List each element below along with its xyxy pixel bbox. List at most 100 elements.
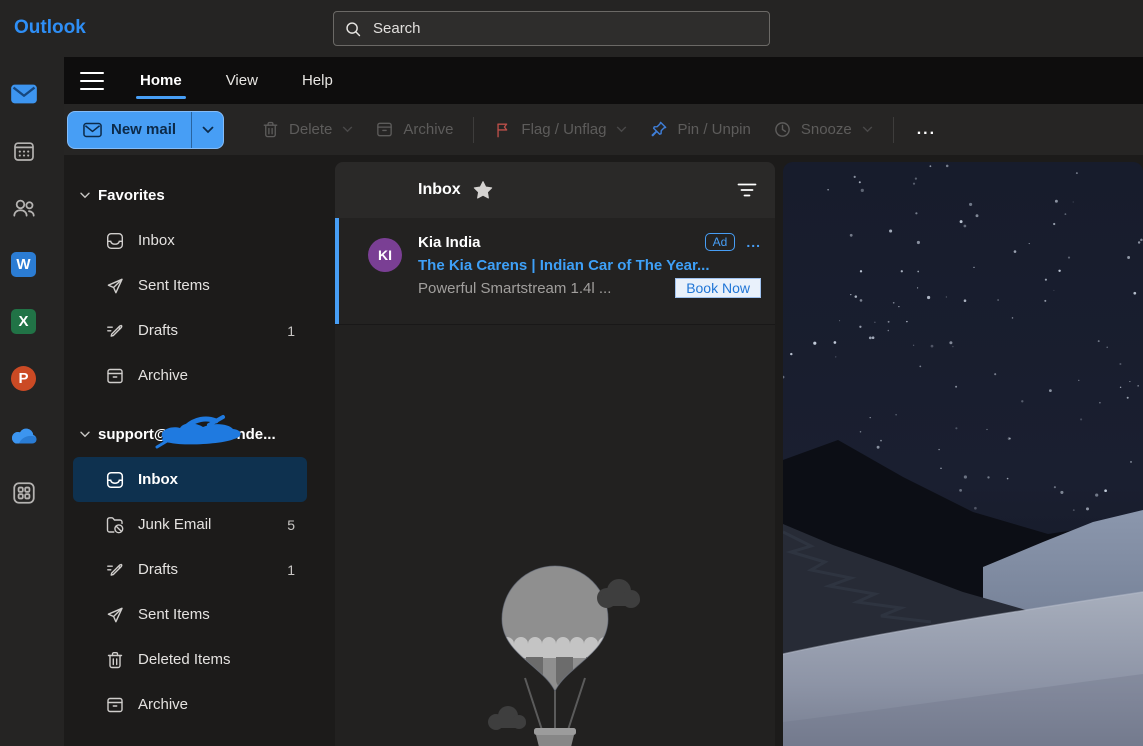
unread-indicator bbox=[335, 218, 339, 324]
email-more-icon[interactable]: ... bbox=[746, 234, 761, 250]
inbox-icon bbox=[105, 470, 125, 490]
search-input[interactable] bbox=[371, 19, 759, 38]
trash-icon bbox=[261, 120, 280, 139]
sidebar-item-inbox[interactable]: Inbox bbox=[73, 457, 307, 502]
chevron-down-icon bbox=[616, 126, 627, 133]
people-icon bbox=[11, 195, 37, 221]
star-icon[interactable] bbox=[473, 180, 493, 200]
chevron-down-icon bbox=[342, 126, 353, 133]
favorites-section-header[interactable]: Favorites bbox=[64, 173, 334, 218]
avatar[interactable]: KI bbox=[368, 238, 402, 272]
flag-icon bbox=[494, 121, 512, 139]
sidebar-item-archive[interactable]: Archive bbox=[73, 682, 307, 727]
rail-onedrive-button[interactable] bbox=[0, 407, 47, 464]
rail-excel-button[interactable]: X bbox=[0, 293, 47, 350]
new-mail-split-button[interactable]: New mail bbox=[67, 111, 224, 149]
folder-label: Sent Items bbox=[138, 277, 210, 294]
search-box[interactable] bbox=[333, 11, 770, 46]
folder-label: Drafts bbox=[138, 322, 178, 339]
delete-label: Delete bbox=[289, 121, 332, 138]
rail-mail-button[interactable] bbox=[0, 65, 47, 122]
calendar-icon bbox=[12, 139, 36, 163]
email-subject: The Kia Carens | Indian Car of The Year.… bbox=[418, 257, 761, 274]
draft-pencil-icon bbox=[105, 560, 125, 580]
snooze-button[interactable]: Snooze bbox=[762, 111, 884, 149]
archive-button[interactable]: Archive bbox=[364, 111, 464, 149]
ribbon-tab-row: Home View Help bbox=[64, 57, 1143, 104]
pin-unpin-button[interactable]: Pin / Unpin bbox=[638, 111, 761, 149]
archive-icon bbox=[105, 695, 125, 715]
tab-help[interactable]: Help bbox=[300, 66, 335, 95]
book-now-button[interactable]: Book Now bbox=[675, 278, 761, 298]
new-mail-label: New mail bbox=[111, 121, 176, 138]
folder-label: Deleted Items bbox=[138, 651, 231, 668]
toolbar-divider bbox=[473, 117, 474, 143]
more-options-button[interactable]: ... bbox=[903, 121, 950, 139]
flag-unflag-label: Flag / Unflag bbox=[521, 121, 606, 138]
draft-pencil-icon bbox=[105, 321, 125, 341]
new-mail-button[interactable]: New mail bbox=[68, 112, 192, 148]
top-bar: Outlook bbox=[0, 0, 1143, 57]
folder-pane: Favorites Inbox Sent Items bbox=[64, 155, 334, 746]
filter-icon[interactable] bbox=[737, 182, 757, 198]
chevron-down-icon bbox=[862, 126, 873, 133]
main-area: Home View Help New mail bbox=[64, 57, 1143, 746]
sidebar-item-deleted[interactable]: Deleted Items bbox=[73, 637, 307, 682]
excel-icon: X bbox=[11, 309, 36, 334]
account-email-prefix: support@ bbox=[98, 426, 168, 443]
folder-label: Drafts bbox=[138, 561, 178, 578]
rail-apps-button[interactable] bbox=[0, 464, 47, 521]
folder-label: Inbox bbox=[138, 232, 175, 249]
night-mountain-wallpaper bbox=[783, 162, 1143, 746]
folder-label: Archive bbox=[138, 367, 188, 384]
clock-icon bbox=[773, 120, 792, 139]
rail-calendar-button[interactable] bbox=[0, 122, 47, 179]
outlook-logo[interactable]: Outlook bbox=[14, 17, 86, 39]
archive-icon bbox=[375, 120, 394, 139]
powerpoint-icon: P bbox=[11, 366, 36, 391]
archive-label: Archive bbox=[403, 121, 453, 138]
command-toolbar: New mail Delete Archive bbox=[64, 104, 1143, 155]
email-list-item[interactable]: KI Kia India Ad ... The Kia Carens | Ind… bbox=[335, 218, 775, 325]
hamburger-menu-button[interactable] bbox=[80, 72, 104, 90]
delete-button[interactable]: Delete bbox=[250, 111, 364, 149]
sidebar-item-fav-inbox[interactable]: Inbox bbox=[73, 218, 307, 263]
new-mail-dropdown-button[interactable] bbox=[192, 112, 223, 148]
send-icon bbox=[105, 276, 125, 296]
favorites-title: Favorites bbox=[98, 187, 165, 204]
apps-grid-icon bbox=[11, 480, 37, 506]
folder-count: 5 bbox=[287, 517, 295, 533]
sidebar-item-drafts[interactable]: Drafts 1 bbox=[73, 547, 307, 592]
message-list-header: Inbox bbox=[335, 162, 775, 218]
email-sender: Kia India bbox=[418, 234, 481, 251]
ad-badge[interactable]: Ad bbox=[705, 233, 736, 251]
mail-icon bbox=[10, 82, 38, 106]
rail-word-button[interactable]: W bbox=[0, 236, 47, 293]
sidebar-item-sent[interactable]: Sent Items bbox=[73, 592, 307, 637]
rail-people-button[interactable] bbox=[0, 179, 47, 236]
chevron-down-icon bbox=[80, 192, 90, 199]
app-rail: W X P bbox=[0, 57, 64, 746]
tab-home[interactable]: Home bbox=[138, 66, 184, 95]
folder-count: 1 bbox=[287, 562, 295, 578]
sidebar-item-fav-drafts[interactable]: Drafts 1 bbox=[73, 308, 307, 353]
junk-folder-icon bbox=[105, 515, 125, 535]
rail-powerpoint-button[interactable]: P bbox=[0, 350, 47, 407]
flag-unflag-button[interactable]: Flag / Unflag bbox=[483, 111, 638, 149]
sidebar-item-fav-archive[interactable]: Archive bbox=[73, 353, 307, 398]
folder-label: Junk Email bbox=[138, 516, 211, 533]
toolbar-divider bbox=[893, 117, 894, 143]
email-body: Kia India Ad ... The Kia Carens | Indian… bbox=[418, 233, 761, 324]
sidebar-item-junk[interactable]: Junk Email 5 bbox=[73, 502, 307, 547]
archive-icon bbox=[105, 366, 125, 386]
account-email-suffix: nde... bbox=[236, 426, 275, 443]
folder-label: Archive bbox=[138, 696, 188, 713]
new-mail-envelope-icon bbox=[83, 122, 102, 138]
chevron-down-icon bbox=[80, 431, 90, 438]
tab-view[interactable]: View bbox=[224, 66, 260, 95]
pin-icon bbox=[649, 120, 668, 139]
sidebar-item-fav-sent[interactable]: Sent Items bbox=[73, 263, 307, 308]
empty-state: All done for the day bbox=[335, 558, 775, 746]
account-section-header[interactable]: support@ nde... bbox=[64, 412, 334, 457]
folder-label: Inbox bbox=[138, 471, 178, 488]
